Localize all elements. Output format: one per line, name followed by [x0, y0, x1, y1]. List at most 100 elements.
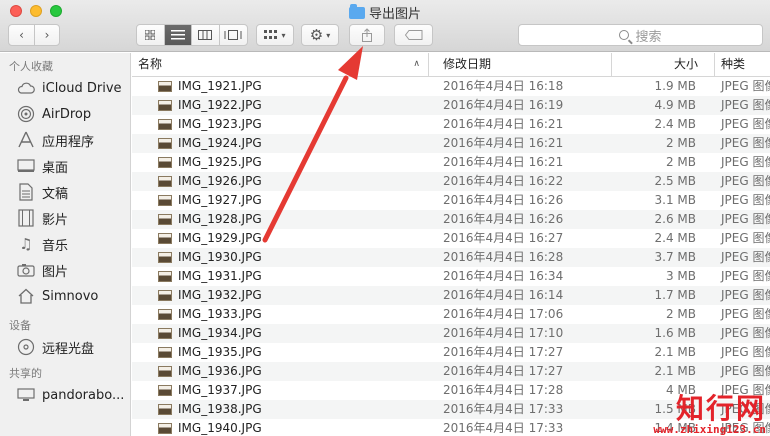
file-date: 2016年4月4日 16:26 [443, 193, 564, 207]
watermark-url: www.zhixing123.cn [653, 423, 766, 436]
file-row[interactable]: IMG_1923.JPG 2016年4月4日 16:21 2.4 MB JPEG 图像 [132, 115, 770, 134]
file-date: 2016年4月4日 16:22 [443, 174, 564, 188]
gallery-view-icon [224, 30, 242, 40]
gallery-view-button[interactable] [220, 25, 247, 45]
file-row[interactable]: IMG_1930.JPG 2016年4月4日 16:28 3.7 MB JPEG 图像 [132, 248, 770, 267]
file-kind: JPEG 图像 [721, 98, 770, 112]
image-file-icon [158, 366, 172, 377]
file-name: IMG_1929.JPG [178, 231, 262, 245]
column-size-header[interactable]: 大小 [612, 53, 715, 76]
image-file-icon [158, 404, 172, 415]
sidebar-item-movies[interactable]: 影片 [0, 205, 130, 231]
chevron-down-icon: ▾ [326, 30, 331, 40]
icon-view-icon [145, 30, 156, 40]
edit-tags-button[interactable] [394, 24, 433, 46]
file-size: 1.9 MB [654, 79, 696, 93]
image-file-icon [158, 309, 172, 320]
watermark: 知行网 www.zhixing123.cn [653, 394, 766, 436]
sidebar-item-remote-disc[interactable]: 远程光盘 [0, 334, 130, 360]
group-by-button[interactable]: ▾ [256, 24, 294, 46]
grid-group-icon [264, 30, 278, 39]
share-icon [362, 28, 372, 42]
file-row[interactable]: IMG_1935.JPG 2016年4月4日 17:27 2.1 MB JPEG 图像 [132, 343, 770, 362]
file-row[interactable]: IMG_1929.JPG 2016年4月4日 16:27 2.4 MB JPEG 图像 [132, 229, 770, 248]
image-file-icon [158, 119, 172, 130]
window-toolbar: 导出图片 ‹ › ▾ ⚙ ▾ 搜索 [0, 0, 770, 52]
sidebar-item-label: AirDrop [42, 106, 92, 122]
chevron-left-icon: ‹ [19, 28, 24, 42]
list-view-icon [170, 30, 185, 40]
file-row[interactable]: IMG_1925.JPG 2016年4月4日 16:21 2 MB JPEG 图像 [132, 153, 770, 172]
sidebar-item-applications[interactable]: 应用程序 [0, 127, 130, 153]
file-row[interactable]: IMG_1924.JPG 2016年4月4日 16:21 2 MB JPEG 图像 [132, 134, 770, 153]
file-name: IMG_1925.JPG [178, 155, 262, 169]
column-kind-header[interactable]: 种类 [715, 53, 770, 76]
file-row[interactable]: IMG_1922.JPG 2016年4月4日 16:19 4.9 MB JPEG 图像 [132, 96, 770, 115]
file-row[interactable]: IMG_1933.JPG 2016年4月4日 17:06 2 MB JPEG 图像 [132, 305, 770, 324]
file-row[interactable]: IMG_1934.JPG 2016年4月4日 17:10 1.6 MB JPEG 图像 [132, 324, 770, 343]
file-name: IMG_1922.JPG [178, 98, 262, 112]
sort-ascending-icon: ∧ [413, 59, 420, 69]
column-name-header[interactable]: 名称 ∧ [132, 53, 429, 76]
tag-icon [404, 30, 422, 40]
file-kind: JPEG 图像 [721, 155, 770, 169]
file-size: 3.1 MB [654, 193, 696, 207]
file-row[interactable]: IMG_1926.JPG 2016年4月4日 16:22 2.5 MB JPEG 图像 [132, 172, 770, 191]
film-icon [16, 209, 36, 227]
sidebar: 个人收藏 iCloud Drive AirDrop 应用程序 桌面 文稿 影片 … [0, 53, 131, 436]
file-date: 2016年4月4日 17:06 [443, 307, 564, 321]
share-button[interactable] [349, 24, 385, 46]
file-kind: JPEG 图像 [721, 174, 770, 188]
file-date: 2016年4月4日 16:21 [443, 155, 564, 169]
disc-icon [16, 338, 36, 356]
image-file-icon [158, 100, 172, 111]
file-name: IMG_1921.JPG [178, 79, 262, 93]
image-file-icon [158, 195, 172, 206]
image-file-icon [158, 252, 172, 263]
file-date: 2016年4月4日 16:28 [443, 250, 564, 264]
folder-icon [348, 4, 365, 19]
forward-button[interactable]: › [35, 25, 59, 45]
sidebar-item-label: 桌面 [42, 160, 69, 176]
icon-view-button[interactable] [137, 25, 165, 45]
file-row[interactable]: IMG_1928.JPG 2016年4月4日 16:26 2.6 MB JPEG 图像 [132, 210, 770, 229]
file-size: 1.6 MB [654, 326, 696, 340]
file-row[interactable]: IMG_1936.JPG 2016年4月4日 17:27 2.1 MB JPEG 图像 [132, 362, 770, 381]
file-date: 2016年4月4日 16:26 [443, 212, 564, 226]
image-file-icon [158, 176, 172, 187]
sidebar-item-pictures[interactable]: 图片 [0, 257, 130, 283]
file-row[interactable]: IMG_1927.JPG 2016年4月4日 16:26 3.1 MB JPEG 图像 [132, 191, 770, 210]
sidebar-heading-devices: 设备 [9, 319, 31, 332]
file-row[interactable]: IMG_1932.JPG 2016年4月4日 16:14 1.7 MB JPEG 图像 [132, 286, 770, 305]
music-icon: ♫ [19, 235, 33, 253]
column-date-header[interactable]: 修改日期 [437, 53, 612, 76]
file-date: 2016年4月4日 17:27 [443, 345, 564, 359]
sidebar-item-airdrop[interactable]: AirDrop [0, 101, 130, 127]
image-file-icon [158, 423, 172, 434]
sidebar-item-desktop[interactable]: 桌面 [0, 153, 130, 179]
watermark-title: 知行网 [675, 392, 766, 425]
back-forward-control: ‹ › [8, 24, 60, 46]
file-date: 2016年4月4日 16:34 [443, 269, 564, 283]
file-row[interactable]: IMG_1931.JPG 2016年4月4日 16:34 3 MB JPEG 图像 [132, 267, 770, 286]
file-date: 2016年4月4日 17:33 [443, 402, 564, 416]
sidebar-item-documents[interactable]: 文稿 [0, 179, 130, 205]
file-size: 2.4 MB [654, 231, 696, 245]
column-view-button[interactable] [192, 25, 220, 45]
list-view-button[interactable] [164, 25, 192, 45]
sidebar-item-pandorabox[interactable]: pandorabo... [0, 382, 130, 408]
file-name: IMG_1923.JPG [178, 117, 262, 131]
file-size: 1.7 MB [654, 288, 696, 302]
sidebar-item-icloud-drive[interactable]: iCloud Drive [0, 75, 130, 101]
file-kind: JPEG 图像 [721, 269, 770, 283]
file-name: IMG_1932.JPG [178, 288, 262, 302]
sidebar-item-music[interactable]: ♫ 音乐 [0, 231, 130, 257]
search-field[interactable]: 搜索 [518, 24, 763, 46]
action-button[interactable]: ⚙ ▾ [301, 24, 339, 46]
column-view-icon [198, 30, 213, 40]
sidebar-item-simnovo[interactable]: Simnovo [0, 283, 130, 309]
back-button[interactable]: ‹ [9, 25, 35, 45]
sidebar-item-label: 图片 [42, 264, 69, 280]
image-file-icon [158, 81, 172, 92]
file-row[interactable]: IMG_1921.JPG 2016年4月4日 16:18 1.9 MB JPEG 图像 [132, 77, 770, 96]
